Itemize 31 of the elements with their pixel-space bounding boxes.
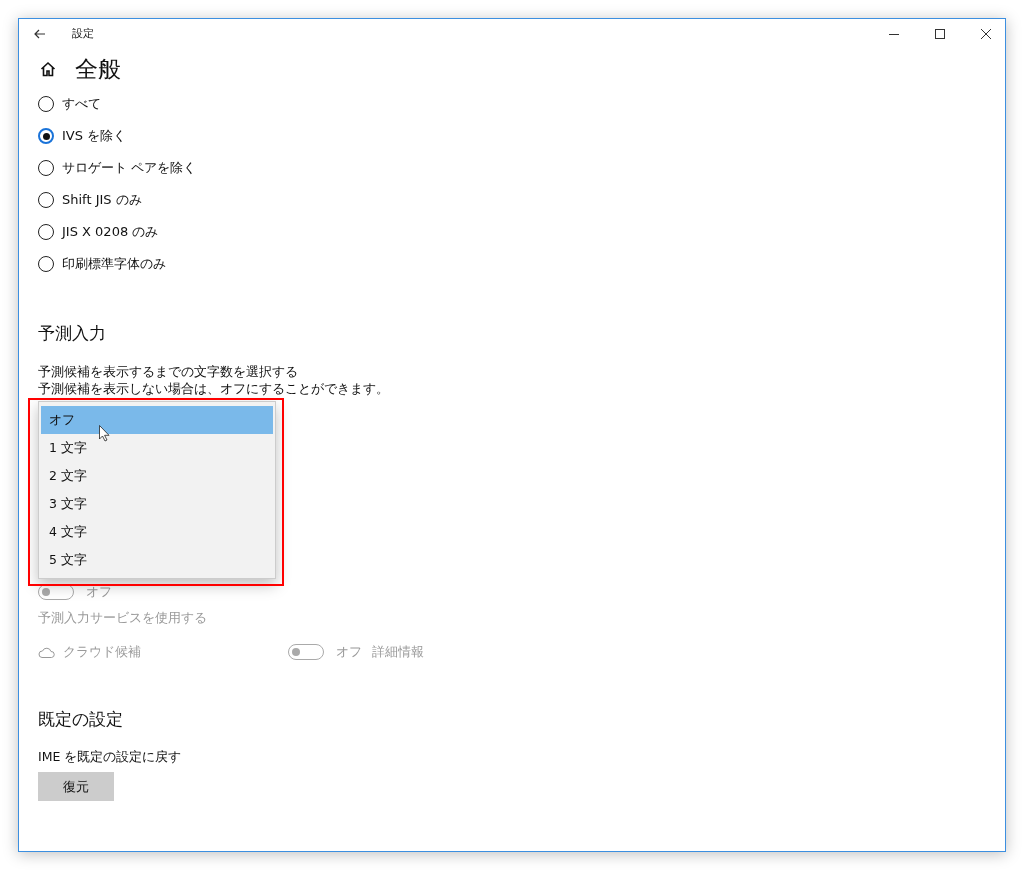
cloud-label: クラウド候補 [63, 643, 141, 661]
page-title: 全般 [75, 54, 121, 84]
dropdown-option[interactable]: 2 文字 [41, 462, 273, 490]
toggle-label: オフ [336, 643, 362, 661]
description-text: 予測候補を表示するまでの文字数を選択する [38, 363, 299, 380]
section-heading: 予測入力 [38, 322, 107, 345]
dropdown-option[interactable]: 3 文字 [41, 490, 273, 518]
home-icon[interactable] [40, 61, 56, 77]
maximize-icon[interactable] [935, 28, 945, 39]
dropdown-option[interactable]: 4 文字 [41, 518, 273, 546]
window-title: 設定 [72, 26, 94, 41]
close-icon[interactable] [981, 28, 991, 39]
radio-label: IVS を除く [62, 127, 127, 145]
setting-label: 予測入力サービスを使用する [38, 610, 208, 627]
back-icon[interactable] [34, 28, 46, 39]
section-heading: 既定の設定 [38, 708, 124, 731]
cursor-icon [99, 425, 110, 442]
radio-label: すべて [62, 95, 101, 113]
radio-label: Shift JIS のみ [62, 191, 142, 209]
cloud-icon [38, 646, 55, 658]
dropdown-option[interactable]: 5 文字 [41, 546, 273, 574]
dropdown-option[interactable]: オフ [41, 406, 273, 434]
dropdown-option[interactable]: 1 文字 [41, 434, 273, 462]
restore-button[interactable]: 復元 [38, 772, 114, 801]
description-text: IME を既定の設定に戻す [38, 749, 183, 766]
radio-button[interactable] [38, 128, 54, 144]
description-text: 予測候補を表示しない場合は、オフにすることができます。 [38, 380, 390, 397]
radio-label: JIS X 0208 のみ [62, 223, 159, 241]
radio-label: 印刷標準字体のみ [62, 255, 166, 273]
radio-label: サロゲート ペアを除く [62, 159, 197, 177]
toggle-label: オフ [86, 583, 112, 601]
